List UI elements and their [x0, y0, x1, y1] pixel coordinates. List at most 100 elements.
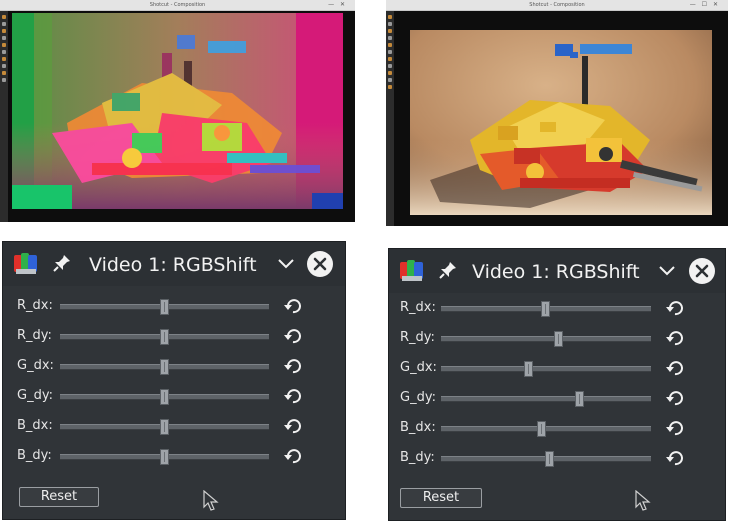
tool-icon[interactable]	[2, 50, 6, 54]
slider-row: B_dx:	[3, 411, 345, 441]
slider-track[interactable]	[60, 419, 269, 435]
tool-icon[interactable]	[388, 78, 392, 82]
slider-thumb[interactable]	[159, 389, 169, 405]
undo-icon[interactable]	[665, 299, 683, 317]
slider-thumb[interactable]	[541, 301, 550, 317]
slider-thumb[interactable]	[159, 359, 169, 375]
slider-label: B_dx:	[400, 420, 436, 435]
tool-icon[interactable]	[388, 64, 392, 68]
slider-label: G_dx:	[17, 358, 54, 373]
window-controls[interactable]: — ☐ ✕	[690, 0, 720, 10]
panel-title: Video 1: RGBShift	[89, 254, 257, 276]
tool-icon[interactable]	[2, 64, 6, 68]
slider-track[interactable]	[441, 361, 651, 377]
slider-row: G_dx:	[389, 353, 725, 383]
tool-icon[interactable]	[2, 36, 6, 40]
pin-icon[interactable]	[439, 261, 457, 279]
close-icon	[313, 257, 327, 271]
chevron-down-icon[interactable]	[277, 256, 295, 270]
undo-icon[interactable]	[665, 359, 683, 377]
slider-track[interactable]	[441, 391, 651, 407]
tool-icon[interactable]	[388, 36, 392, 40]
slider-label: G_dx:	[400, 360, 437, 375]
original-video-frame	[410, 30, 712, 215]
tool-icon[interactable]	[388, 50, 392, 54]
tool-icon[interactable]	[2, 78, 6, 82]
window-titlebar: Shotcut - Composition — ☐ ✕	[386, 0, 728, 11]
tool-icon[interactable]	[388, 57, 392, 61]
slider-track[interactable]	[60, 329, 269, 345]
undo-icon[interactable]	[665, 449, 683, 467]
close-button[interactable]	[689, 258, 715, 284]
slider-label: B_dy:	[400, 450, 435, 465]
tool-icon[interactable]	[388, 29, 392, 33]
slider-thumb[interactable]	[159, 419, 169, 435]
mouse-pointer-icon	[635, 490, 651, 511]
undo-icon[interactable]	[665, 419, 683, 437]
slider-thumb[interactable]	[574, 391, 584, 407]
tool-icon[interactable]	[388, 43, 392, 47]
undo-icon[interactable]	[283, 387, 301, 405]
panel-title: Video 1: RGBShift	[472, 261, 640, 283]
tool-icon[interactable]	[2, 71, 6, 75]
slider-thumb[interactable]	[159, 299, 169, 315]
undo-icon[interactable]	[283, 417, 301, 435]
tool-icon[interactable]	[2, 57, 6, 61]
undo-icon[interactable]	[283, 297, 301, 315]
window-title: Shotcut - Composition	[529, 2, 585, 8]
slider-thumb[interactable]	[545, 451, 555, 467]
slider-track[interactable]	[441, 451, 651, 467]
slider-row: B_dx:	[389, 413, 725, 443]
undo-icon[interactable]	[665, 329, 683, 347]
pin-icon[interactable]	[53, 254, 71, 272]
rgbshift-panel-left: Video 1: RGBShift R_dx: R_dy: G_dx: G_dy: B_…	[2, 241, 346, 520]
slider-track[interactable]	[441, 331, 651, 347]
slider-row: B_dy:	[3, 441, 345, 471]
slider-thumb[interactable]	[524, 361, 534, 377]
slider-label: B_dx:	[17, 418, 53, 433]
slider-row: B_dy:	[389, 443, 725, 473]
tool-strip	[386, 11, 394, 226]
slider-thumb[interactable]	[536, 421, 546, 437]
tool-icon[interactable]	[388, 15, 392, 19]
slider-label: R_dx:	[400, 300, 436, 315]
undo-icon[interactable]	[665, 389, 683, 407]
slider-thumb[interactable]	[159, 329, 169, 345]
slider-row: R_dx:	[3, 291, 345, 321]
close-button[interactable]	[307, 251, 333, 277]
slider-label: G_dy:	[17, 388, 53, 403]
slider-track[interactable]	[60, 389, 269, 405]
window-titlebar: Shotcut - Composition — ✕	[0, 0, 355, 11]
right-video-preview-window: Shotcut - Composition — ☐ ✕	[386, 0, 728, 226]
undo-icon[interactable]	[283, 357, 301, 375]
mouse-pointer-icon	[203, 490, 219, 511]
slider-thumb[interactable]	[553, 331, 563, 347]
window-controls[interactable]: — ✕	[328, 0, 347, 10]
slider-track[interactable]	[60, 449, 269, 465]
tool-icon[interactable]	[2, 43, 6, 47]
slider-track[interactable]	[60, 359, 269, 375]
slider-thumb[interactable]	[159, 449, 169, 465]
slider-label: B_dy:	[17, 448, 52, 463]
tool-icon[interactable]	[2, 29, 6, 33]
tool-strip	[0, 11, 8, 222]
tool-icon[interactable]	[388, 85, 392, 89]
slider-track[interactable]	[441, 421, 651, 437]
reset-button[interactable]: Reset	[400, 488, 482, 508]
tool-icon[interactable]	[2, 15, 6, 19]
tool-icon[interactable]	[388, 71, 392, 75]
undo-icon[interactable]	[283, 447, 301, 465]
reset-button[interactable]: Reset	[19, 487, 99, 507]
tool-icon[interactable]	[388, 22, 392, 26]
undo-icon[interactable]	[283, 327, 301, 345]
slider-track[interactable]	[60, 299, 269, 315]
tool-icon[interactable]	[2, 22, 6, 26]
slider-row: G_dx:	[3, 351, 345, 381]
slider-label: R_dy:	[17, 328, 52, 343]
chevron-down-icon[interactable]	[658, 263, 676, 277]
slider-track[interactable]	[441, 301, 651, 317]
slider-row: R_dy:	[389, 323, 725, 353]
rgb-shifted-video-frame	[12, 13, 343, 209]
panel-header: Video 1: RGBShift	[3, 242, 345, 286]
slider-row: G_dy:	[3, 381, 345, 411]
